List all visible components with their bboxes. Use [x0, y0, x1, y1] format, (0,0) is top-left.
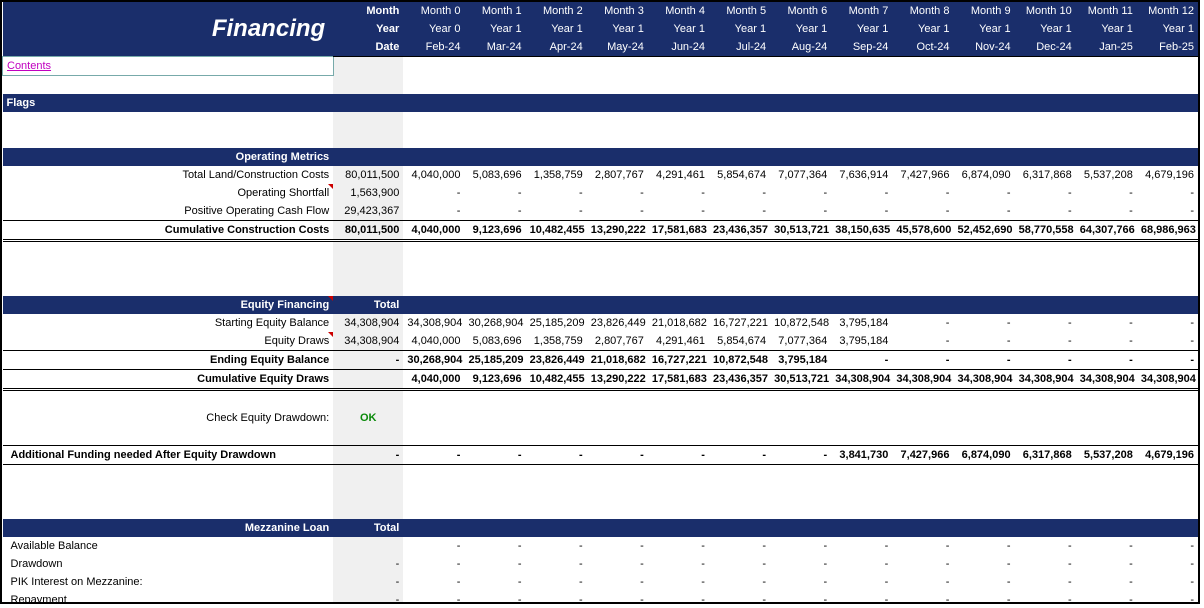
row-mezz-pik: PIK Interest on Mezzanine:- ------------…	[3, 573, 1199, 591]
section-operating-metrics: Operating Metrics	[3, 148, 334, 166]
hdr-month-label: Month	[333, 2, 403, 20]
contents-link[interactable]: Contents	[3, 57, 334, 76]
page-title: Financing	[3, 2, 334, 57]
row-starting-equity: Starting Equity Balance 34,308,904 34,30…	[3, 314, 1199, 332]
month-0: Month 0	[403, 2, 464, 20]
spreadsheet-page: Financing Month Month 0Month 1Month 2Mon…	[0, 0, 1200, 604]
row-construction-costs: Total Land/Construction Costs 80,011,500…	[3, 166, 1199, 184]
row-mezz-repayment: Repayment- -------------	[3, 591, 1199, 604]
row-ending-equity: Ending Equity Balance - 30,268,90425,185…	[3, 351, 1199, 370]
row-check-drawdown: Check Equity Drawdown: OK	[3, 409, 1199, 427]
hdr-year-label: Year	[333, 20, 403, 38]
row-positive-cash-flow: Positive Operating Cash Flow 29,423,367 …	[3, 202, 1199, 221]
row-mezz-drawdown: Drawdown- -------------	[3, 555, 1199, 573]
row-operating-shortfall: Operating Shortfall 1,563,900 ----------…	[3, 184, 1199, 202]
row-mezz-available: Available Balance -------------	[3, 537, 1199, 555]
row-equity-draws: Equity Draws 34,308,904 4,040,0005,083,6…	[3, 332, 1199, 351]
row-cumulative-equity-draws: Cumulative Equity Draws 4,040,0009,123,6…	[3, 370, 1199, 390]
hdr-date-label: Date	[333, 38, 403, 57]
section-mezzanine: Mezzanine Loan	[3, 519, 334, 537]
row-additional-funding: Additional Funding needed After Equity D…	[3, 446, 1199, 465]
financing-table: Financing Month Month 0Month 1Month 2Mon…	[2, 2, 1198, 604]
row-cumulative-construction: Cumulative Construction Costs 80,011,500…	[3, 221, 1199, 241]
section-flags: Flags	[3, 94, 334, 112]
section-equity-financing: Equity Financing	[3, 296, 334, 314]
check-status: OK	[333, 409, 403, 427]
